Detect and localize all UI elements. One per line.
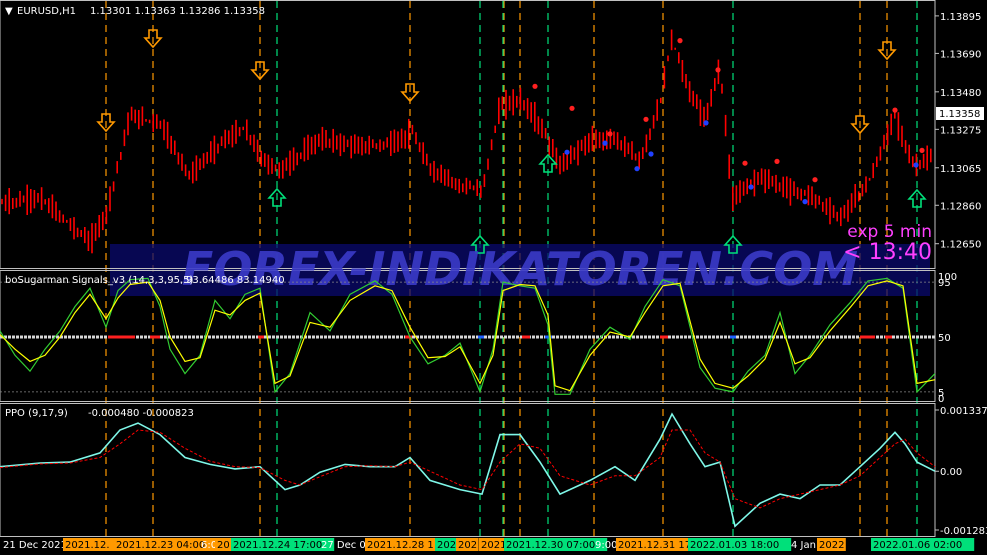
red-dot <box>532 83 538 89</box>
ppo-level-label: 0.00 <box>940 467 962 478</box>
time-label: 2021.12.31 17 <box>618 540 691 551</box>
time-label: 2021.12. <box>65 540 110 551</box>
stoch-level-label: 50 <box>938 333 951 344</box>
red-dot <box>569 105 575 111</box>
red-dot <box>715 67 721 73</box>
blue-dot <box>648 151 654 157</box>
price-tick-label: 1.13690 <box>940 49 981 60</box>
time-label: 2022 <box>819 540 844 551</box>
time-label: 9:00 <box>595 540 617 551</box>
blue-dot <box>564 149 570 155</box>
ppo-values: -0.000480 -0.000823 <box>88 408 194 419</box>
blue-dot <box>703 120 709 126</box>
time-label: 2022.01.06 02:00 <box>873 540 962 551</box>
ppo-title: PPO (9,17,9) <box>5 408 68 419</box>
stoch-values: 93.64486 83.14940 <box>186 275 285 286</box>
time-label: 2021 <box>481 540 506 551</box>
red-dot <box>742 160 748 166</box>
ohlc-values: 1.13301 1.13363 1.13286 1.13358 <box>90 6 265 17</box>
current-price-label: 1.13358 <box>939 109 980 120</box>
time-label: 2022.01.03 18:00 <box>690 540 779 551</box>
blue-dot <box>802 199 808 205</box>
stoch-level-label: 95 <box>938 278 951 289</box>
price-tick-label: 1.13065 <box>940 164 981 175</box>
watermark-text: FOREX-INDIKATOREN.COM <box>182 242 858 296</box>
red-dot <box>892 107 898 113</box>
symbol-title: EURUSD,H1 <box>17 6 76 17</box>
time-label: 21 Dec 2021 <box>3 540 67 551</box>
time-label: 2021.12.24 17:00 <box>233 540 322 551</box>
time-label: 4 Jan <box>791 540 816 551</box>
time-label: 27 Dec 09 <box>321 540 372 551</box>
time-label: 202 <box>437 540 456 551</box>
stoch-level-label: 0 <box>938 394 944 405</box>
red-dot <box>919 147 925 153</box>
red-dot <box>607 131 613 137</box>
expiry-label: exp 5 min <box>847 222 932 242</box>
blue-dot <box>634 166 640 172</box>
time-label: 2021.12.23 04:00 <box>116 540 205 551</box>
ppo-level-label: 0.001337 <box>940 406 987 417</box>
red-dot <box>774 158 780 164</box>
blue-dot <box>913 162 919 168</box>
blue-dot <box>602 140 608 146</box>
time-label: 2021.12.28 1 <box>367 540 434 551</box>
time-label: 6:0 <box>201 540 217 551</box>
stoch-title: boSugarman Signals_v3 (14,3,3,95,5) <box>5 275 193 286</box>
price-tick-label: 1.13275 <box>940 125 981 136</box>
price-tick-label: 1.12650 <box>940 240 981 251</box>
expiry-timer: < 13:40 <box>843 240 932 265</box>
time-label: 2021.12.30 07:00 <box>506 540 595 551</box>
price-tick-label: 1.13480 <box>940 88 981 99</box>
red-dot <box>677 38 683 44</box>
red-dot <box>643 116 649 122</box>
time-label: 20 <box>217 540 230 551</box>
ppo-level-label: -0.001283 <box>940 526 987 537</box>
price-tick-label: 1.12860 <box>940 201 981 212</box>
trading-chart[interactable]: ▼ EURUSD,H1 1.13301 1.13363 1.13286 1.13… <box>0 0 987 555</box>
price-tick-label: 1.13895 <box>940 12 981 23</box>
time-axis: 21 Dec 20212021.12. 2021.12.23 04:006:0 20… <box>3 538 975 551</box>
red-dot <box>812 177 818 183</box>
blue-dot <box>748 184 754 190</box>
symbol-arrow[interactable]: ▼ <box>5 6 13 17</box>
time-label: 202 <box>458 540 477 551</box>
